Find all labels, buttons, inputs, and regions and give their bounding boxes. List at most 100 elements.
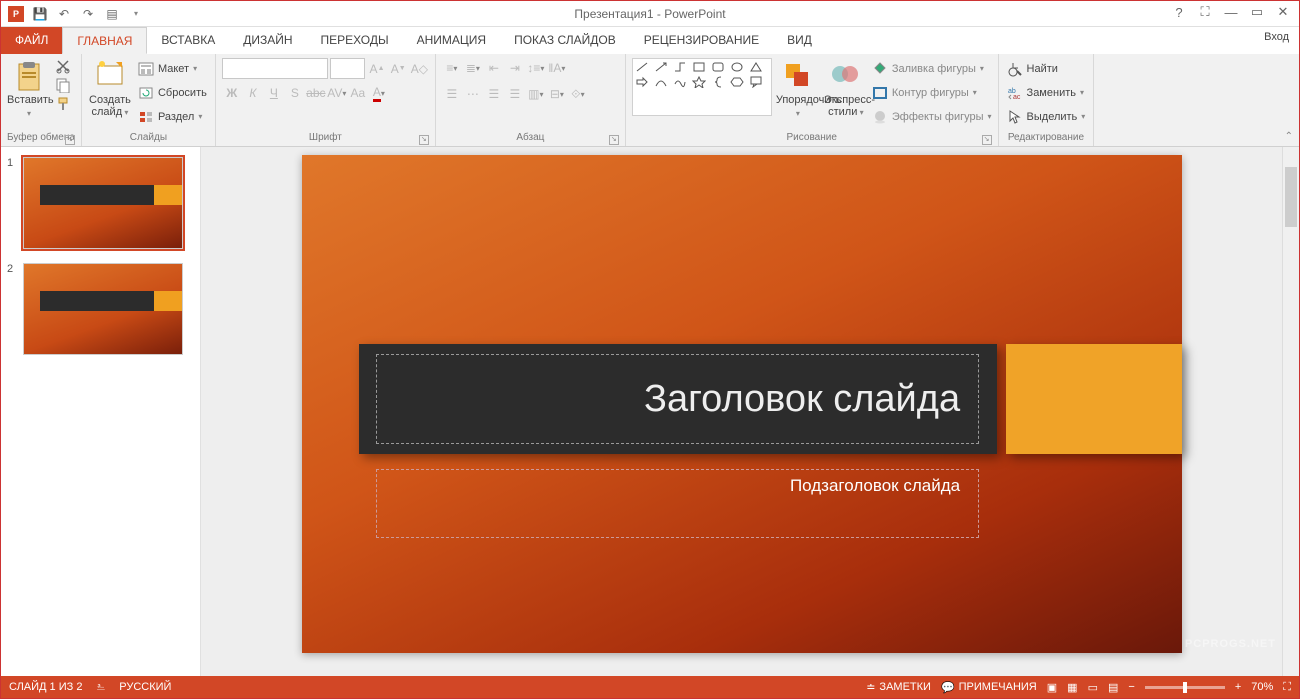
clear-formatting-icon[interactable]: A◇ xyxy=(410,59,429,79)
copy-icon[interactable] xyxy=(55,77,71,93)
zoom-out-icon[interactable]: − xyxy=(1128,681,1134,693)
arrange-button[interactable]: Упорядочить xyxy=(776,58,820,120)
shape-star-icon[interactable] xyxy=(692,76,706,88)
collapse-ribbon-icon[interactable]: ⌃ xyxy=(1285,131,1293,142)
normal-view-icon[interactable]: ▣ xyxy=(1047,681,1057,694)
underline-icon[interactable]: Ч xyxy=(264,83,284,103)
zoom-slider[interactable] xyxy=(1145,686,1225,689)
thumbnail-2[interactable]: 2 xyxy=(7,263,194,355)
qa-customize-icon[interactable] xyxy=(125,3,147,25)
char-spacing-icon[interactable]: AV xyxy=(327,83,347,103)
shape-arrow-icon[interactable] xyxy=(654,61,668,73)
grow-font-icon[interactable]: A▲ xyxy=(367,59,386,79)
quick-styles-button[interactable]: Экспресс-стили xyxy=(824,58,868,119)
scrollbar-thumb[interactable] xyxy=(1285,167,1297,227)
numbering-icon[interactable]: ≣ xyxy=(463,58,483,78)
slideshow-view-icon[interactable]: ▤ xyxy=(1108,681,1118,694)
language-status[interactable]: РУССКИЙ xyxy=(119,681,171,693)
slide-thumbnails-pane[interactable]: 1 2 xyxy=(1,147,201,676)
slide-counter[interactable]: СЛАЙД 1 ИЗ 2 xyxy=(9,681,82,693)
paragraph-dialog-launcher[interactable]: ↘ xyxy=(609,135,619,145)
align-right-icon[interactable]: ☰ xyxy=(484,84,504,104)
shape-oval-icon[interactable] xyxy=(730,61,744,73)
redo-icon[interactable]: ↷ xyxy=(77,3,99,25)
fit-to-window-icon[interactable]: ⛶ xyxy=(1283,681,1291,694)
reset-button[interactable]: Сбросить xyxy=(136,82,209,103)
shape-effects-button[interactable]: Эффекты фигуры xyxy=(872,106,992,127)
slide-canvas[interactable]: Заголовок слайда Подзаголовок слайда xyxy=(302,155,1182,653)
select-button[interactable]: Выделить xyxy=(1005,106,1088,127)
slide-editor[interactable]: Заголовок слайда Подзаголовок слайда PCP… xyxy=(201,147,1282,676)
format-painter-icon[interactable] xyxy=(55,96,71,112)
font-size-combo[interactable] xyxy=(330,58,365,79)
font-family-combo[interactable] xyxy=(222,58,328,79)
shape-triangle-icon[interactable] xyxy=(749,61,763,73)
layout-button[interactable]: Макет xyxy=(136,58,209,79)
shape-brace-icon[interactable] xyxy=(711,76,725,88)
undo-icon[interactable]: ↶ xyxy=(53,3,75,25)
start-slideshow-icon[interactable]: ▤ xyxy=(101,3,123,25)
shape-curve-icon[interactable] xyxy=(654,76,668,88)
thumb-preview[interactable] xyxy=(23,263,183,355)
tab-design[interactable]: ДИЗАЙН xyxy=(229,27,306,54)
tab-transitions[interactable]: ПЕРЕХОДЫ xyxy=(307,27,403,54)
shapes-gallery[interactable] xyxy=(632,58,772,116)
tab-insert[interactable]: ВСТАВКА xyxy=(147,27,229,54)
tab-animations[interactable]: АНИМАЦИЯ xyxy=(403,27,500,54)
line-spacing-icon[interactable]: ↕≡ xyxy=(526,58,546,78)
shape-arrowblock-icon[interactable] xyxy=(635,76,649,88)
shape-rect-icon[interactable] xyxy=(692,61,706,73)
shape-outline-button[interactable]: Контур фигуры xyxy=(872,82,992,103)
shape-roundrect-icon[interactable] xyxy=(711,61,725,73)
align-left-icon[interactable]: ☰ xyxy=(442,84,462,104)
tab-slideshow[interactable]: ПОКАЗ СЛАЙДОВ xyxy=(500,27,630,54)
bullets-icon[interactable]: ≡ xyxy=(442,58,462,78)
title-placeholder[interactable]: Заголовок слайда xyxy=(376,354,979,444)
smartart-icon[interactable]: ⟐ xyxy=(568,84,588,104)
maximize-icon[interactable]: ▭ xyxy=(1245,1,1269,23)
sorter-view-icon[interactable]: ▦ xyxy=(1067,681,1077,694)
minimize-icon[interactable]: — xyxy=(1219,1,1243,23)
decrease-indent-icon[interactable]: ⇤ xyxy=(484,58,504,78)
replace-button[interactable]: abacЗаменить xyxy=(1005,82,1088,103)
strike-icon[interactable]: abc xyxy=(306,83,326,103)
font-color-icon[interactable]: A xyxy=(369,83,389,103)
ribbon-display-icon[interactable]: ⛶ xyxy=(1193,1,1217,23)
vertical-scrollbar[interactable] xyxy=(1282,147,1299,676)
tab-file[interactable]: ФАЙЛ xyxy=(1,27,62,54)
italic-icon[interactable]: К xyxy=(243,83,263,103)
clipboard-dialog-launcher[interactable]: ↘ xyxy=(65,135,75,145)
zoom-in-icon[interactable]: + xyxy=(1235,681,1241,693)
close-icon[interactable]: ✕ xyxy=(1271,1,1295,23)
increase-indent-icon[interactable]: ⇥ xyxy=(505,58,525,78)
cut-icon[interactable] xyxy=(55,58,71,74)
new-slide-button[interactable]: Создать слайд xyxy=(88,58,132,119)
thumbnail-1[interactable]: 1 xyxy=(7,157,194,249)
shape-connector-icon[interactable] xyxy=(673,61,687,73)
section-button[interactable]: Раздел xyxy=(136,106,209,127)
find-button[interactable]: Найти xyxy=(1005,58,1088,79)
reading-view-icon[interactable]: ▭ xyxy=(1088,681,1098,694)
text-direction-icon[interactable]: ‖A xyxy=(547,58,567,78)
bold-icon[interactable]: Ж xyxy=(222,83,242,103)
shape-callout-icon[interactable] xyxy=(749,76,763,88)
shape-line-icon[interactable] xyxy=(635,61,649,73)
subtitle-placeholder[interactable]: Подзаголовок слайда xyxy=(376,469,979,539)
tab-home[interactable]: ГЛАВНАЯ xyxy=(62,27,147,54)
justify-icon[interactable]: ☰ xyxy=(505,84,525,104)
sign-in-link[interactable]: Вход xyxy=(1264,31,1289,43)
notes-button[interactable]: ≐ ЗАМЕТКИ xyxy=(866,681,931,694)
align-center-icon[interactable]: ⋯ xyxy=(463,84,483,104)
change-case-icon[interactable]: Aa xyxy=(348,83,368,103)
shape-fill-button[interactable]: Заливка фигуры xyxy=(872,58,992,79)
tab-view[interactable]: ВИД xyxy=(773,27,826,54)
help-icon[interactable]: ? xyxy=(1167,1,1191,23)
paste-button[interactable]: Вставить xyxy=(7,58,51,120)
drawing-dialog-launcher[interactable]: ↘ xyxy=(982,135,992,145)
zoom-level[interactable]: 70% xyxy=(1251,681,1273,693)
thumb-preview[interactable] xyxy=(23,157,183,249)
columns-icon[interactable]: ▥ xyxy=(526,84,546,104)
save-icon[interactable]: 💾 xyxy=(29,3,51,25)
shape-freeform-icon[interactable] xyxy=(673,76,687,88)
align-text-icon[interactable]: ⊟ xyxy=(547,84,567,104)
